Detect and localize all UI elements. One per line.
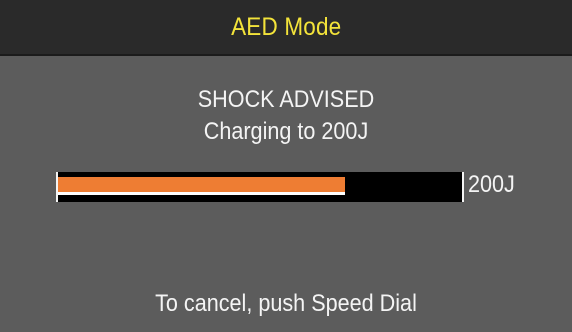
charging-status-message: Charging to 200J [203, 118, 369, 145]
shock-advised-message: SHOCK ADVISED [197, 86, 375, 113]
charge-target-label: 200J [468, 171, 515, 198]
charge-progress-fill [58, 177, 345, 195]
cancel-instruction: To cancel, push Speed Dial [155, 290, 417, 317]
header-bar: AED Mode [0, 0, 572, 56]
aed-screen: AED Mode SHOCK ADVISED Charging to 200J … [0, 0, 572, 332]
mode-title: AED Mode [230, 12, 342, 41]
charge-progress-bar [56, 172, 464, 202]
